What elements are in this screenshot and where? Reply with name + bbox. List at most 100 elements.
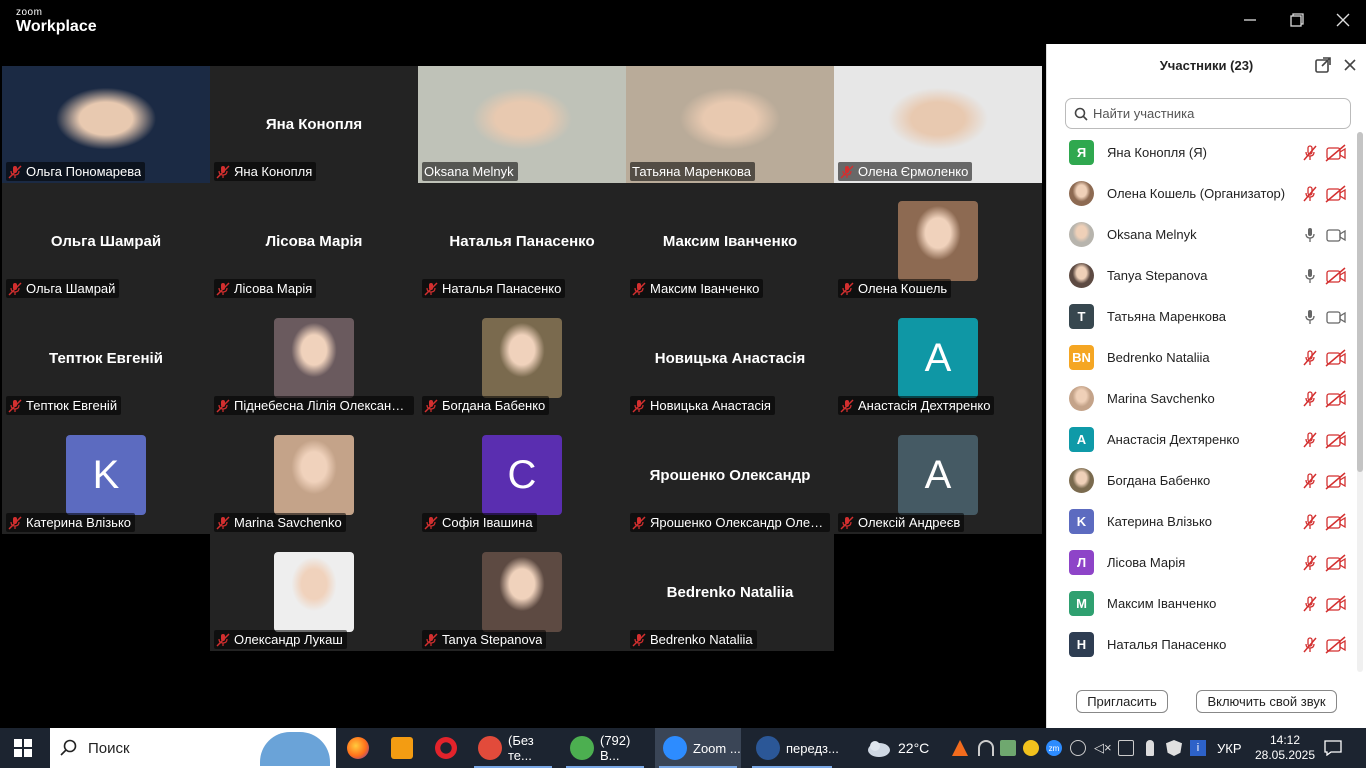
participant-row[interactable]: Л Лісова Марія bbox=[1047, 542, 1355, 583]
tray-app-icon[interactable] bbox=[952, 740, 968, 756]
video-off-icon[interactable] bbox=[1325, 389, 1347, 408]
taskbar-app[interactable]: (Без те... bbox=[470, 728, 556, 768]
video-tile[interactable]: Ольга Шамрай Ольга Шамрай bbox=[2, 183, 210, 300]
muted-mic-icon[interactable] bbox=[1301, 513, 1319, 531]
mic-icon[interactable] bbox=[1301, 226, 1319, 244]
scrollbar-thumb[interactable] bbox=[1357, 132, 1363, 472]
video-off-icon[interactable] bbox=[1325, 635, 1347, 654]
participant-row[interactable]: Я Яна Конопля (Я) bbox=[1047, 132, 1355, 173]
tray-app-icon-yellow[interactable] bbox=[1023, 740, 1039, 756]
video-tile[interactable]: Marina Savchenko bbox=[210, 417, 418, 534]
muted-mic-icon[interactable] bbox=[1301, 595, 1319, 613]
taskbar-search[interactable]: Поиск bbox=[50, 728, 336, 768]
video-tile[interactable]: Oksana Melnyk bbox=[418, 66, 626, 183]
firefox-icon[interactable] bbox=[347, 728, 369, 768]
video-off-icon[interactable] bbox=[1325, 266, 1347, 285]
muted-mic-icon[interactable] bbox=[1301, 472, 1319, 490]
muted-mic-icon[interactable] bbox=[1301, 431, 1319, 449]
minimize-button[interactable] bbox=[1232, 6, 1268, 34]
search-box[interactable] bbox=[1065, 98, 1351, 129]
muted-mic-icon[interactable] bbox=[1301, 390, 1319, 408]
muted-mic-icon[interactable] bbox=[1301, 144, 1319, 162]
search-input[interactable] bbox=[1093, 106, 1333, 121]
network-icon[interactable] bbox=[978, 740, 994, 756]
app-icon-orange[interactable] bbox=[391, 728, 413, 768]
participant-row[interactable]: H Наталья Панасенко bbox=[1047, 624, 1355, 665]
close-panel-button[interactable] bbox=[1341, 56, 1359, 74]
video-tile[interactable]: Максим Іванченко Максим Іванченко bbox=[626, 183, 834, 300]
muted-mic-icon[interactable] bbox=[1301, 185, 1319, 203]
video-tile[interactable]: Олександр Лукаш bbox=[210, 534, 418, 651]
participant-row[interactable]: A Анастасія Дехтяренко bbox=[1047, 419, 1355, 460]
video-tile[interactable]: Олена Єрмоленко bbox=[834, 66, 1042, 183]
video-tile[interactable]: Татьяна Маренкова bbox=[626, 66, 834, 183]
participant-row[interactable]: T Татьяна Маренкова bbox=[1047, 296, 1355, 337]
weather-icon[interactable]: 22°C bbox=[866, 728, 929, 768]
video-off-icon[interactable] bbox=[1325, 553, 1347, 572]
taskbar-app[interactable]: передз... bbox=[748, 728, 839, 768]
video-tile[interactable]: Ольга Пономарева bbox=[2, 66, 210, 183]
muted-mic-icon[interactable] bbox=[1301, 554, 1319, 572]
microphone-icon[interactable] bbox=[1146, 740, 1154, 756]
video-tile[interactable]: Лісова Марія Лісова Марія bbox=[210, 183, 418, 300]
tile-name: Ярошенко Олександр Олегович bbox=[650, 515, 826, 530]
battery-icon[interactable] bbox=[1118, 740, 1134, 756]
popout-button[interactable] bbox=[1314, 56, 1332, 74]
video-tile[interactable]: K Катерина Влізько bbox=[2, 417, 210, 534]
video-icon[interactable] bbox=[1325, 226, 1347, 244]
start-button[interactable] bbox=[14, 728, 32, 768]
avatar-letter: K bbox=[66, 435, 146, 515]
unmute-self-button[interactable]: Включить свой звук bbox=[1196, 690, 1337, 713]
taskbar-app[interactable]: Zoom ... bbox=[655, 728, 741, 768]
video-tile[interactable]: A Анастасія Дехтяренко bbox=[834, 300, 1042, 417]
zoom-tray-icon[interactable]: zm bbox=[1046, 740, 1062, 756]
taskbar-app[interactable]: (792) В... bbox=[562, 728, 648, 768]
video-tile[interactable]: Tanya Stepanova bbox=[418, 534, 626, 651]
volume-icon[interactable]: ◁× bbox=[1094, 740, 1112, 756]
participant-row[interactable]: M Максим Іванченко bbox=[1047, 583, 1355, 624]
invite-button[interactable]: Пригласить bbox=[1076, 690, 1168, 713]
video-tile[interactable]: Яна Конопля Яна Конопля bbox=[210, 66, 418, 183]
video-off-icon[interactable] bbox=[1325, 512, 1347, 531]
video-tile[interactable]: Новицька Анастасія Новицька Анастасія bbox=[626, 300, 834, 417]
video-off-icon[interactable] bbox=[1325, 594, 1347, 613]
close-button[interactable] bbox=[1325, 6, 1361, 34]
video-off-icon[interactable] bbox=[1325, 471, 1347, 490]
mic-icon[interactable] bbox=[1301, 308, 1319, 326]
video-tile[interactable]: Богдана Бабенко bbox=[418, 300, 626, 417]
participant-row[interactable]: Богдана Бабенко bbox=[1047, 460, 1355, 501]
muted-mic-icon bbox=[424, 281, 438, 296]
participant-row[interactable]: Marina Savchenko bbox=[1047, 378, 1355, 419]
video-tile[interactable]: Ярошенко Олександр Ярошенко Олександр Оле… bbox=[626, 417, 834, 534]
video-tile[interactable]: C Софія Івашина bbox=[418, 417, 626, 534]
notifications-button[interactable] bbox=[1324, 728, 1342, 768]
video-tile[interactable]: Олена Кошель bbox=[834, 183, 1042, 300]
muted-mic-icon[interactable] bbox=[1301, 349, 1319, 367]
video-tile[interactable]: Наталья Панасенко Наталья Панасенко bbox=[418, 183, 626, 300]
maximize-button[interactable] bbox=[1279, 6, 1315, 34]
video-tile[interactable]: A Олексій Андреєв bbox=[834, 417, 1042, 534]
clock[interactable]: 14:12 28.05.2025 bbox=[1254, 728, 1316, 768]
tile-name: Софія Івашина bbox=[442, 515, 533, 530]
video-off-icon[interactable] bbox=[1325, 143, 1347, 162]
participant-row[interactable]: K Катерина Влізько bbox=[1047, 501, 1355, 542]
tray-app-icon-green[interactable] bbox=[1000, 740, 1016, 756]
video-off-icon[interactable] bbox=[1325, 430, 1347, 449]
participant-row[interactable]: Олена Кошель (Организатор) bbox=[1047, 173, 1355, 214]
video-icon[interactable] bbox=[1325, 308, 1347, 326]
tray-app-icon-circle[interactable] bbox=[1070, 740, 1086, 756]
video-tile[interactable]: Піднебесна Лілія Олександрівна bbox=[210, 300, 418, 417]
video-tile[interactable]: Тептюк Евгеній Тептюк Евгеній bbox=[2, 300, 210, 417]
security-icon[interactable] bbox=[1166, 740, 1182, 756]
mic-icon[interactable] bbox=[1301, 267, 1319, 285]
participant-row[interactable]: Oksana Melnyk bbox=[1047, 214, 1355, 255]
video-off-icon[interactable] bbox=[1325, 348, 1347, 367]
opera-icon[interactable] bbox=[435, 728, 457, 768]
muted-mic-icon[interactable] bbox=[1301, 636, 1319, 654]
language-indicator[interactable]: УКР bbox=[1217, 728, 1242, 768]
video-off-icon[interactable] bbox=[1325, 184, 1347, 203]
participant-row[interactable]: Tanya Stepanova bbox=[1047, 255, 1355, 296]
video-tile[interactable]: Bedrenko Nataliia Bedrenko Nataliia bbox=[626, 534, 834, 651]
participant-row[interactable]: BN Bedrenko Nataliia bbox=[1047, 337, 1355, 378]
info-icon[interactable]: i bbox=[1190, 740, 1206, 756]
